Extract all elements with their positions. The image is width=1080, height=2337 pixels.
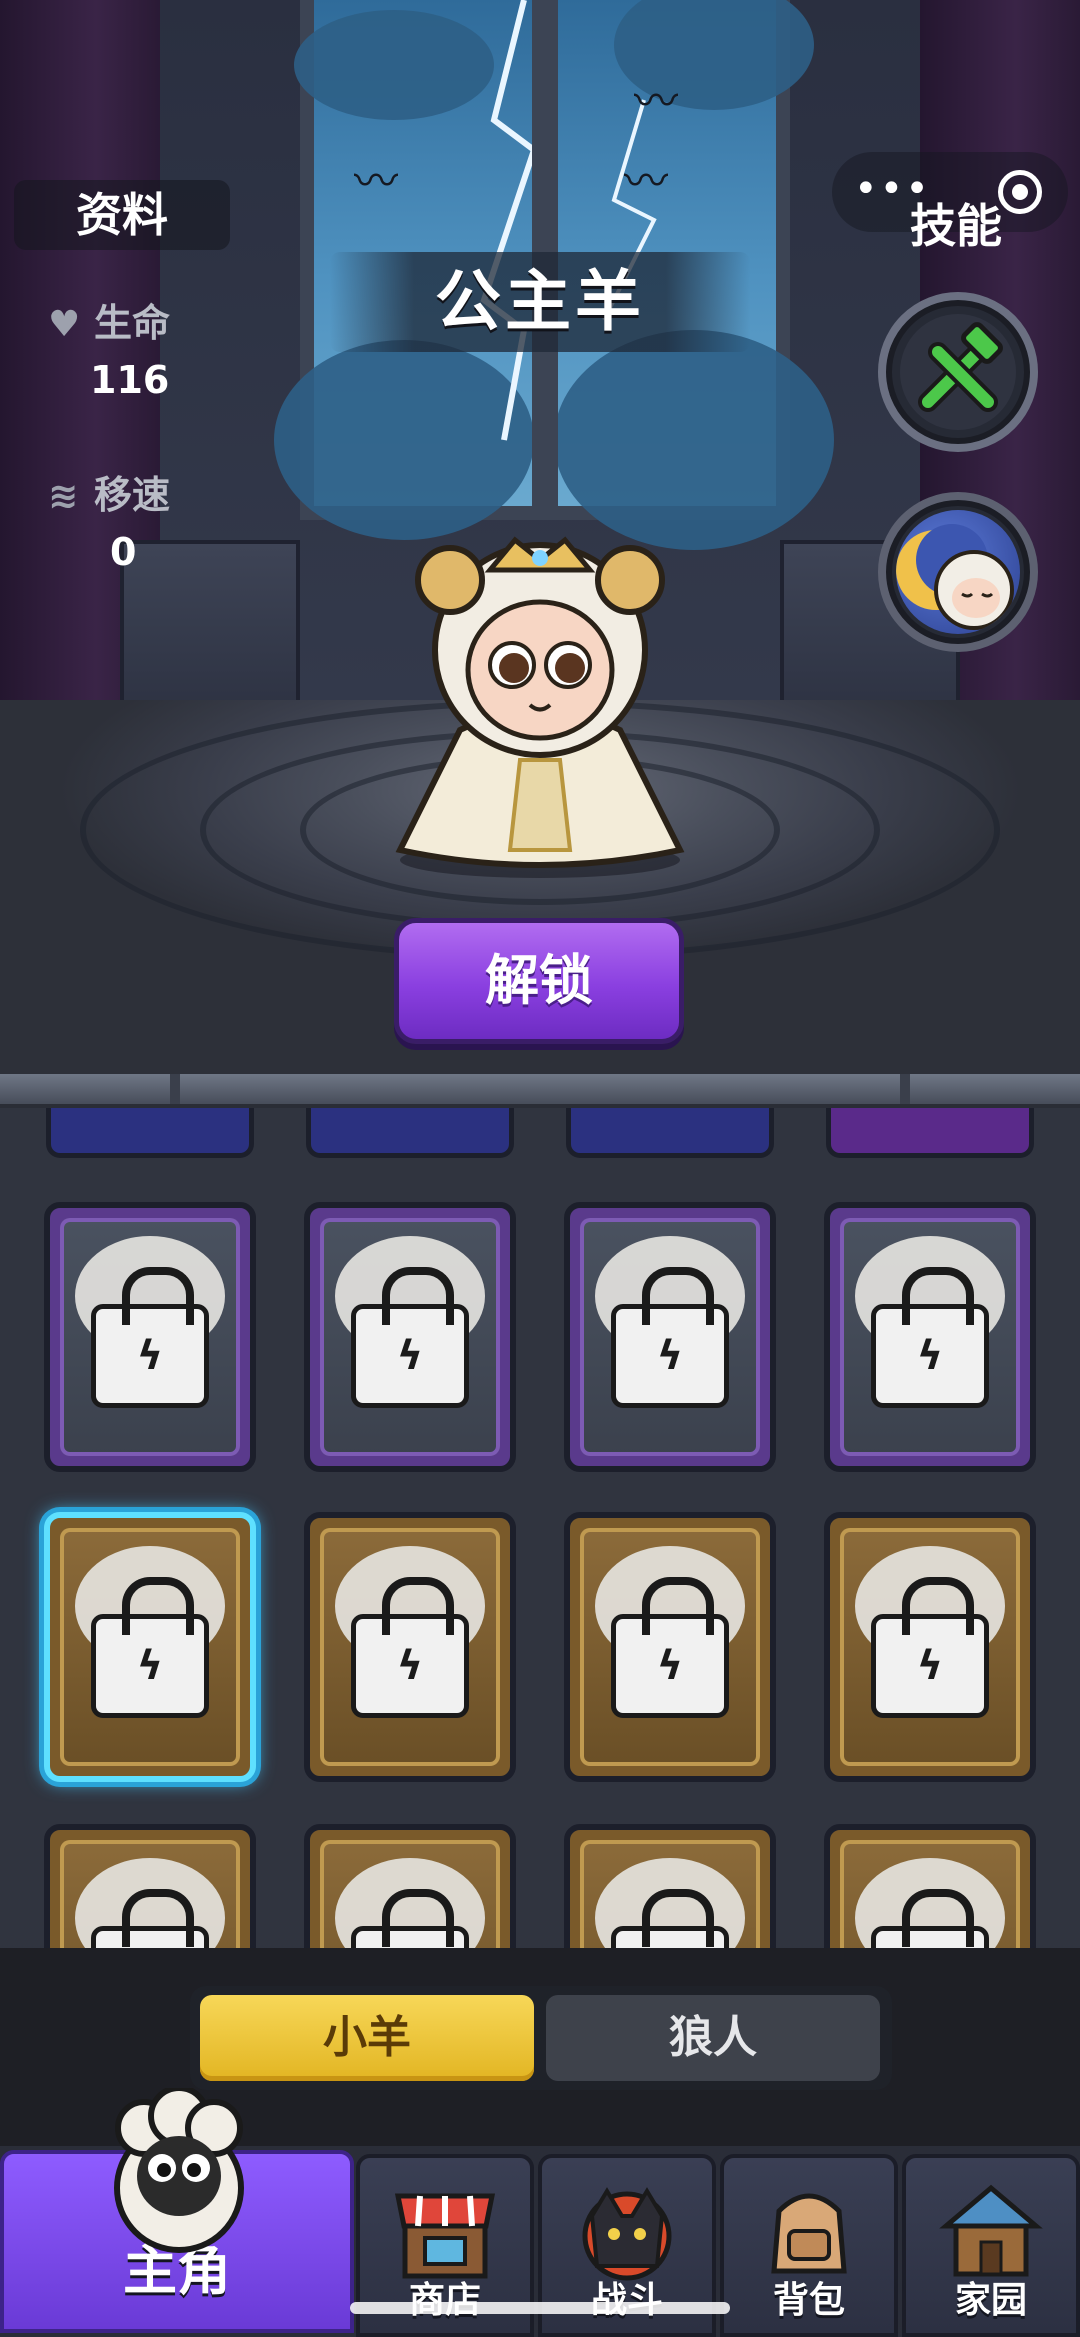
character-card-selected[interactable]: ϟ bbox=[44, 1512, 256, 1782]
bird-icon: 〰 bbox=[634, 76, 678, 127]
character-card[interactable]: ϟ bbox=[304, 1824, 516, 1948]
heart-icon: ♥ bbox=[48, 304, 81, 345]
lock-icon: ϟ bbox=[611, 1267, 729, 1408]
character-card[interactable]: ϟ bbox=[304, 1512, 516, 1782]
unlock-button[interactable]: 解锁 bbox=[394, 918, 684, 1044]
stat-hp-label: ♥ 生命 bbox=[48, 301, 171, 345]
character-card[interactable]: ϟ bbox=[824, 1202, 1036, 1472]
card-partial[interactable] bbox=[306, 1108, 514, 1158]
lock-icon: ϟ bbox=[91, 1577, 209, 1718]
lock-icon: ϟ bbox=[351, 1889, 469, 1948]
character-card[interactable]: ϟ bbox=[564, 1202, 776, 1472]
wrench-hammer-icon bbox=[918, 322, 1003, 412]
lock-icon: ϟ bbox=[871, 1267, 989, 1408]
character-name: 公主羊 bbox=[330, 252, 750, 352]
lock-icon: ϟ bbox=[871, 1577, 989, 1718]
character-collection[interactable]: ϟ ϟ ϟ ϟ ϟ ϟ ϟ ϟ ϟ ϟ ϟ ϟ bbox=[0, 1108, 1080, 1948]
character-card[interactable]: ϟ bbox=[304, 1202, 516, 1472]
nav-battle-label: 战斗 bbox=[590, 2280, 663, 2321]
character-card[interactable]: ϟ bbox=[824, 1512, 1036, 1782]
backpack-icon bbox=[771, 2193, 847, 2274]
nav-backpack-label: 背包 bbox=[772, 2280, 845, 2321]
card-partial[interactable] bbox=[826, 1108, 1034, 1158]
card-partial[interactable] bbox=[566, 1108, 774, 1158]
toggle-werewolf[interactable]: 狼人 bbox=[546, 1995, 880, 2081]
princess-sheep-character bbox=[395, 536, 685, 878]
skill-title: 技能 bbox=[910, 199, 1002, 253]
sheep-mascot-icon bbox=[114, 2088, 244, 2253]
nav-shop-label: 商店 bbox=[408, 2280, 481, 2321]
bird-icon: 〰 bbox=[624, 156, 668, 207]
character-card[interactable]: ϟ bbox=[44, 1202, 256, 1472]
bird-icon: 〰 bbox=[354, 156, 398, 207]
house-icon bbox=[939, 2184, 1043, 2277]
lock-icon: ϟ bbox=[91, 1267, 209, 1408]
character-card[interactable]: ϟ bbox=[824, 1824, 1036, 1948]
nav-backpack[interactable]: 背包 bbox=[720, 2154, 898, 2337]
info-title: 资料 bbox=[14, 180, 230, 250]
collection-shelf bbox=[0, 1074, 1080, 1108]
lock-icon: ϟ bbox=[611, 1889, 729, 1948]
wolf-battle-icon bbox=[582, 2187, 672, 2281]
character-card[interactable]: ϟ bbox=[564, 1512, 776, 1782]
stat-hp-value: 116 bbox=[90, 358, 170, 402]
stat-speed-label: ≋ 移速 bbox=[48, 473, 171, 517]
character-card[interactable]: ϟ bbox=[44, 1824, 256, 1948]
character-portrait-button[interactable] bbox=[878, 492, 1038, 652]
speed-boot-icon: ≋ bbox=[48, 476, 79, 517]
lock-icon: ϟ bbox=[351, 1577, 469, 1718]
character-card[interactable]: ϟ bbox=[564, 1824, 776, 1948]
nav-home[interactable]: 家园 bbox=[902, 2154, 1080, 2337]
lock-icon: ϟ bbox=[611, 1577, 729, 1718]
tools-skill-button[interactable] bbox=[878, 292, 1038, 452]
shop-stall-icon bbox=[394, 2193, 496, 2279]
lightning-icon bbox=[480, 0, 657, 441]
lock-icon: ϟ bbox=[871, 1889, 989, 1948]
sleeping-sheep-icon bbox=[896, 524, 1014, 630]
toggle-sheep[interactable]: 小羊 bbox=[200, 1995, 534, 2081]
card-partial[interactable] bbox=[46, 1108, 254, 1158]
faction-toggle: 小羊 狼人 bbox=[190, 1986, 892, 2090]
lock-icon: ϟ bbox=[91, 1889, 209, 1948]
stat-speed-value: 0 bbox=[110, 530, 137, 574]
home-indicator[interactable] bbox=[350, 2302, 730, 2314]
close-target-icon[interactable] bbox=[998, 170, 1042, 214]
lock-icon: ϟ bbox=[351, 1267, 469, 1408]
nav-home-label: 家园 bbox=[954, 2280, 1027, 2321]
